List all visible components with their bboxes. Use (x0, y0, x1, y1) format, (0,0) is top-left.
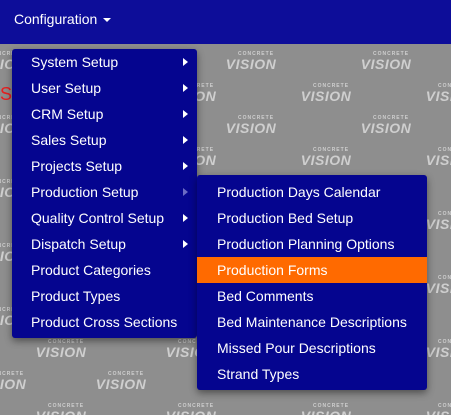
menu-item-label: Product Cross Sections (31, 314, 178, 330)
submenu-item-label: Bed Maintenance Descriptions (217, 314, 407, 330)
chevron-right-icon (183, 214, 188, 222)
configuration-dropdown: System Setup User Setup CRM Setup Sales … (12, 49, 197, 338)
menu-item-label: Product Categories (31, 262, 151, 278)
menu-item-user-setup[interactable]: User Setup (12, 75, 197, 101)
watermark-logo: CONCRETEVISION (300, 147, 352, 168)
watermark-logo: CONCRETEVISION (425, 147, 451, 168)
watermark-logo: CONCRETEVISION (300, 83, 352, 104)
chevron-right-icon (183, 110, 188, 118)
submenu-item-label: Missed Pour Descriptions (217, 340, 376, 356)
submenu-item-label: Production Days Calendar (217, 184, 381, 200)
menu-item-product-categories[interactable]: Product Categories (12, 257, 197, 283)
submenu-item-missed-pour-descriptions[interactable]: Missed Pour Descriptions (197, 335, 427, 361)
menu-item-label: System Setup (31, 54, 119, 70)
watermark-logo: CONCRETEVISION (35, 339, 87, 360)
chevron-right-icon (183, 188, 188, 196)
menu-item-label: User Setup (31, 80, 102, 96)
menu-item-system-setup[interactable]: System Setup (12, 49, 197, 75)
watermark-logo: CONCRETEVISION (225, 115, 277, 136)
submenu-item-strand-types[interactable]: Strand Types (197, 361, 427, 387)
submenu-item-label: Strand Types (217, 366, 300, 382)
chevron-right-icon (183, 58, 188, 66)
configuration-menu-toggle[interactable]: Configuration (14, 9, 112, 29)
menu-item-label: Production Setup (31, 184, 139, 200)
menu-item-label: Projects Setup (31, 158, 123, 174)
app-window: CONCRETE VISION CONCRETE VISION CONCRETE VISI… (0, 0, 451, 415)
submenu-item-production-bed-setup[interactable]: Production Bed Setup (197, 205, 427, 231)
menu-item-quality-control-setup[interactable]: Quality Control Setup (12, 205, 197, 231)
submenu-item-bed-maintenance-descriptions[interactable]: Bed Maintenance Descriptions (197, 309, 427, 335)
configuration-menu-label: Configuration (14, 11, 98, 27)
menu-item-label: Dispatch Setup (31, 236, 126, 252)
menu-item-production-setup[interactable]: Production Setup (12, 179, 197, 205)
chevron-right-icon (183, 162, 188, 170)
chevron-right-icon (183, 84, 188, 92)
menu-item-product-types[interactable]: Product Types (12, 283, 197, 309)
menu-item-label: Product Types (31, 288, 121, 304)
submenu-item-label: Production Planning Options (217, 236, 395, 252)
watermark-logo: CONCRETEVISION (95, 371, 147, 392)
menu-item-label: Quality Control Setup (31, 210, 165, 226)
menu-item-projects-setup[interactable]: Projects Setup (12, 153, 197, 179)
watermark-logo: CONCRETEVISION (360, 51, 412, 72)
watermark-logo: CONCRETEVISION (426, 403, 451, 415)
chevron-down-icon (103, 18, 112, 22)
watermark-logo: CONCRETEVISION (0, 371, 27, 392)
watermark-logo: CONCRETEVISION (36, 403, 86, 415)
submenu-item-label: Production Bed Setup (217, 210, 354, 226)
watermark-logo: CONCRETEVISION (166, 403, 216, 415)
watermark-logo: CONCRETEVISION (225, 51, 277, 72)
submenu-item-label: Bed Comments (217, 288, 314, 304)
watermark-logo: CONCRETEVISION (360, 115, 412, 136)
menu-item-product-cross-sections[interactable]: Product Cross Sections (12, 309, 197, 335)
production-setup-submenu: Production Days Calendar Production Bed … (197, 175, 427, 390)
watermark-logo: CONCRETEVISION (425, 83, 451, 104)
submenu-item-production-forms[interactable]: Production Forms (197, 257, 427, 283)
menu-item-label: Sales Setup (31, 132, 107, 148)
menu-item-dispatch-setup[interactable]: Dispatch Setup (12, 231, 197, 257)
submenu-item-production-planning-options[interactable]: Production Planning Options (197, 231, 427, 257)
submenu-item-bed-comments[interactable]: Bed Comments (197, 283, 427, 309)
submenu-item-production-days-calendar[interactable]: Production Days Calendar (197, 179, 427, 205)
watermark-logo: CONCRETEVISION (301, 403, 351, 415)
chevron-right-icon (183, 240, 188, 248)
menu-item-sales-setup[interactable]: Sales Setup (12, 127, 197, 153)
submenu-item-label: Production Forms (217, 262, 328, 278)
page-heading-fragment: S (0, 84, 12, 104)
menu-item-label: CRM Setup (31, 106, 104, 122)
top-nav-bar: Configuration (0, 0, 451, 44)
chevron-right-icon (183, 136, 188, 144)
menu-item-crm-setup[interactable]: CRM Setup (12, 101, 197, 127)
